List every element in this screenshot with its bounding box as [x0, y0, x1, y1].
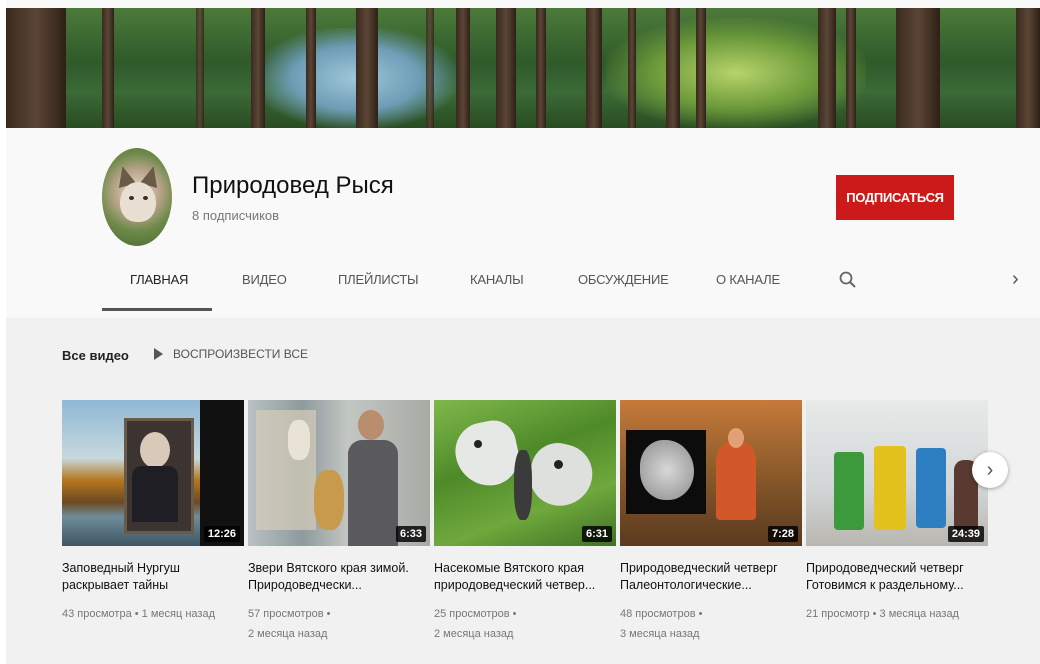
- video-card[interactable]: 24:39 Природоведческий четверг Готовимся…: [806, 400, 988, 624]
- video-title[interactable]: Заповедный Нургуш раскрывает тайны: [62, 560, 244, 594]
- tab-about[interactable]: О КАНАЛЕ: [716, 272, 780, 287]
- active-tab-indicator: [102, 308, 212, 311]
- play-all-button[interactable]: ВОСПРОИЗВЕСТИ ВСЕ: [154, 347, 308, 361]
- video-meta: 25 просмотров • 2 месяца назад: [434, 608, 517, 640]
- video-age: 3 месяца назад: [879, 608, 959, 620]
- tab-home[interactable]: ГЛАВНАЯ: [130, 272, 188, 287]
- video-age: 2 месяца назад: [248, 628, 328, 640]
- channel-banner: [6, 8, 1040, 128]
- video-duration: 7:28: [767, 526, 798, 542]
- channel-name: Природовед Рыся: [192, 172, 394, 199]
- tab-playlists[interactable]: ПЛЕЙЛИСТЫ: [338, 272, 419, 287]
- chevron-right-icon[interactable]: ›: [1012, 268, 1019, 291]
- play-all-label: ВОСПРОИЗВЕСТИ ВСЕ: [173, 347, 309, 361]
- tab-videos[interactable]: ВИДЕО: [242, 272, 287, 287]
- videos-section: Все видео ВОСПРОИЗВЕСТИ ВСЕ 12:26 Запове…: [6, 318, 1040, 664]
- video-duration: 6:33: [395, 526, 426, 542]
- video-views: 48 просмотров: [620, 608, 696, 620]
- video-card[interactable]: 7:28 Природоведческий четверг Палеонтоло…: [620, 400, 802, 644]
- video-views: 25 просмотров: [434, 608, 510, 620]
- video-duration: 6:31: [581, 526, 612, 542]
- video-meta: 43 просмотра • 1 месяц назад: [62, 608, 215, 620]
- video-card[interactable]: 6:31 Насекомые Вятского края природоведч…: [434, 400, 616, 644]
- video-meta: 57 просмотров • 2 месяца назад: [248, 608, 331, 640]
- channel-avatar[interactable]: [102, 148, 172, 246]
- youtube-channel-page: Природовед Рыся 8 подписчиков ПОДПИСАТЬС…: [0, 0, 1040, 664]
- video-age: 3 месяца назад: [620, 628, 700, 640]
- subscriber-count: 8 подписчиков: [192, 208, 280, 223]
- video-meta: 21 просмотр • 3 месяца назад: [806, 608, 959, 620]
- video-meta: 48 просмотров • 3 месяца назад: [620, 608, 703, 640]
- video-thumbnail[interactable]: 7:28: [620, 400, 802, 546]
- tab-channels[interactable]: КАНАЛЫ: [470, 272, 524, 287]
- video-views: 21 просмотр: [806, 608, 870, 620]
- video-thumbnail[interactable]: 12:26: [62, 400, 244, 546]
- video-views: 57 просмотров: [248, 608, 324, 620]
- video-age: 1 месяц назад: [141, 608, 215, 620]
- video-duration: 24:39: [947, 526, 984, 542]
- video-age: 2 месяца назад: [434, 628, 514, 640]
- video-title[interactable]: Насекомые Вятского края природоведческий…: [434, 560, 616, 594]
- video-thumbnail[interactable]: 6:31: [434, 400, 616, 546]
- carousel-next-button[interactable]: ›: [972, 452, 1008, 488]
- chevron-right-icon: ›: [986, 458, 994, 481]
- video-title[interactable]: Природоведческий четверг Готовимся к раз…: [806, 560, 988, 594]
- video-card[interactable]: 6:33 Звери Вятского края зимой. Природов…: [248, 400, 430, 644]
- play-icon: [154, 348, 163, 360]
- video-thumbnail[interactable]: 6:33: [248, 400, 430, 546]
- video-views: 43 просмотра: [62, 608, 132, 620]
- video-duration: 12:26: [203, 526, 240, 542]
- video-thumbnail[interactable]: 24:39: [806, 400, 988, 546]
- section-title[interactable]: Все видео: [62, 348, 129, 363]
- video-title[interactable]: Звери Вятского края зимой. Природоведчес…: [248, 560, 430, 594]
- channel-header: Природовед Рыся 8 подписчиков ПОДПИСАТЬС…: [6, 128, 1040, 318]
- search-icon[interactable]: [838, 270, 860, 292]
- subscribe-button[interactable]: ПОДПИСАТЬСЯ: [836, 175, 954, 220]
- channel-tabs: ГЛАВНАЯ ВИДЕО ПЛЕЙЛИСТЫ КАНАЛЫ ОБСУЖДЕНИ…: [102, 258, 1040, 311]
- video-card[interactable]: 12:26 Заповедный Нургуш раскрывает тайны…: [62, 400, 244, 624]
- tab-discussion[interactable]: ОБСУЖДЕНИЕ: [578, 272, 669, 287]
- video-title[interactable]: Природоведческий четверг Палеонтологичес…: [620, 560, 802, 594]
